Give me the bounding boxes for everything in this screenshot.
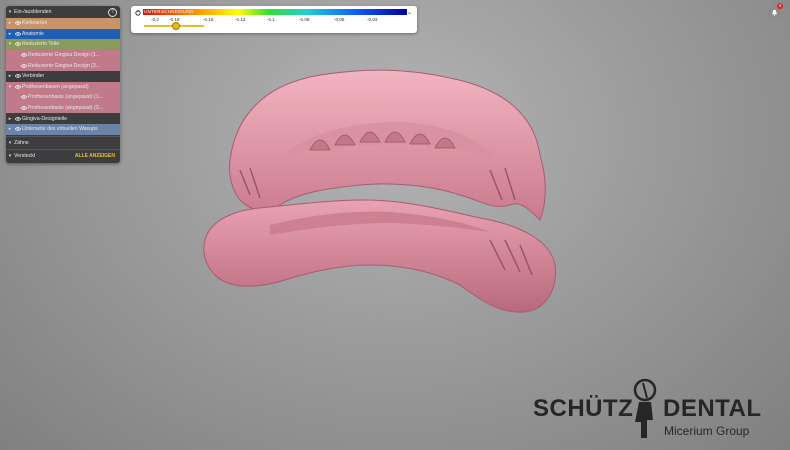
eye-icon[interactable] xyxy=(20,63,28,68)
teeth-row[interactable]: ▾ Zähne xyxy=(6,138,120,149)
upper-denture xyxy=(229,69,546,221)
reset-icon[interactable] xyxy=(135,10,141,16)
collapse-icon[interactable]: ▾ xyxy=(6,9,14,15)
tree-item-label: Prothesenbasis (angepasst) (1... xyxy=(28,94,103,101)
brand-name-right: DENTAL xyxy=(663,395,762,422)
tick-label: -0.1 xyxy=(267,17,275,22)
help-icon[interactable]: ? xyxy=(108,8,117,17)
slider-handle[interactable] xyxy=(172,22,180,30)
teeth-label: Zähne xyxy=(14,139,29,146)
tree-item-label: Prothesenbasis (angepasst) (3... xyxy=(28,105,103,112)
hidden-label: Versteckt xyxy=(14,153,36,160)
tree-item-label: Unterseite des virtuellen Wasups xyxy=(22,126,98,133)
divider xyxy=(6,135,120,137)
tree-item[interactable]: ▸ Gingiva-Designteile xyxy=(6,113,120,124)
tree-item-label: Reduzierte Gingiva Design (1... xyxy=(28,52,101,59)
tick-label: -0.16 xyxy=(203,17,214,22)
divider xyxy=(6,149,120,151)
chevron-down-icon[interactable]: ▾ xyxy=(6,41,14,47)
brand-tagline: Micerium Group xyxy=(664,424,750,438)
tree-item[interactable]: Reduzierte Gingiva Design (3... xyxy=(6,60,120,71)
tree-item-label: Prothesenbasen (angepasst) xyxy=(22,83,89,90)
tree-item-label: Anatomie xyxy=(22,30,44,37)
eye-icon[interactable] xyxy=(20,95,28,100)
figure-icon xyxy=(633,378,657,438)
brand-name-left: SCHÜTZ xyxy=(533,395,634,422)
chevron-down-icon[interactable]: ▾ xyxy=(6,84,14,90)
tree-item[interactable]: ▾ Reduzierte Teile xyxy=(6,39,120,50)
bell-icon xyxy=(772,9,777,16)
chevron-down-icon[interactable]: ▾ xyxy=(6,140,14,146)
chevron-down-icon[interactable]: ⌄ xyxy=(407,9,412,16)
chevron-right-icon[interactable]: ▸ xyxy=(6,20,14,26)
notification-badge: 4 xyxy=(777,3,783,9)
deviation-colorbar: UNTERSCHNEIDUNG -0,2 -0.16 -0.16 -0.13 -… xyxy=(131,6,417,33)
panel-header[interactable]: ▾ Ein-/ausblenden ? xyxy=(6,6,120,18)
panel-title: Ein-/ausblenden xyxy=(14,9,52,15)
lower-denture xyxy=(203,199,556,313)
eye-icon[interactable] xyxy=(14,42,22,47)
tree-item-label: Reduzierte Teile xyxy=(22,41,60,48)
denture-3d-model[interactable] xyxy=(190,60,570,330)
tree-item[interactable]: Reduzierte Gingiva Design (1... xyxy=(6,49,120,61)
tick-label: -0,2 xyxy=(151,17,159,22)
eye-icon[interactable] xyxy=(14,21,22,26)
tick-label: -0.05 xyxy=(334,17,345,22)
colorbar-label: UNTERSCHNEIDUNG xyxy=(144,9,194,14)
tree-item[interactable]: ▸ Anatomie xyxy=(6,28,120,40)
hidden-row: ▾ Versteckt ALLE ANZEIGEN xyxy=(6,151,120,162)
chevron-right-icon[interactable]: ▸ xyxy=(6,73,14,79)
tick-label: -0.13 xyxy=(235,17,246,22)
eye-icon[interactable] xyxy=(14,74,22,79)
eye-icon[interactable] xyxy=(14,127,22,132)
eye-icon[interactable] xyxy=(20,106,28,110)
visibility-panel: ▾ Ein-/ausblenden ? ▸ Kieferarten ▸ Anatomi… xyxy=(6,6,120,163)
eye-icon[interactable] xyxy=(14,85,22,89)
tree-item-label: Verbinder xyxy=(22,73,45,80)
tree-item[interactable]: Prothesenbasis (angepasst) (1... xyxy=(6,92,120,103)
tree-item-label: Gingiva-Designteile xyxy=(22,115,67,122)
chevron-down-icon[interactable]: ▾ xyxy=(6,153,14,159)
tree-item[interactable]: Prothesenbasis (angepasst) (3... xyxy=(6,102,120,114)
tree-item[interactable]: ▸ Unterseite des virtuellen Wasups xyxy=(6,123,120,135)
tick-label: -0.03 xyxy=(367,17,378,22)
chevron-right-icon[interactable]: ▸ xyxy=(6,126,14,132)
show-all-button[interactable]: ALLE ANZEIGEN xyxy=(75,153,115,159)
tree-item-label: Kieferarten xyxy=(22,20,48,27)
tree-item[interactable]: ▾ Prothesenbasen (angepasst) xyxy=(6,81,120,93)
eye-icon[interactable] xyxy=(14,116,22,121)
eye-icon[interactable] xyxy=(20,53,28,57)
tick-label: -0.08 xyxy=(299,17,310,22)
chevron-right-icon[interactable]: ▸ xyxy=(6,116,14,122)
eye-icon[interactable] xyxy=(14,32,22,36)
schutz-dental-logo: SCHÜTZ DENTAL Micerium Group xyxy=(530,375,762,445)
tree-item-label: Reduzierte Gingiva Design (3... xyxy=(28,62,101,69)
chevron-right-icon[interactable]: ▸ xyxy=(6,31,14,37)
tree-item[interactable]: ▸ Verbinder xyxy=(6,70,120,82)
tree-item[interactable]: ▸ Kieferarten xyxy=(6,18,120,29)
